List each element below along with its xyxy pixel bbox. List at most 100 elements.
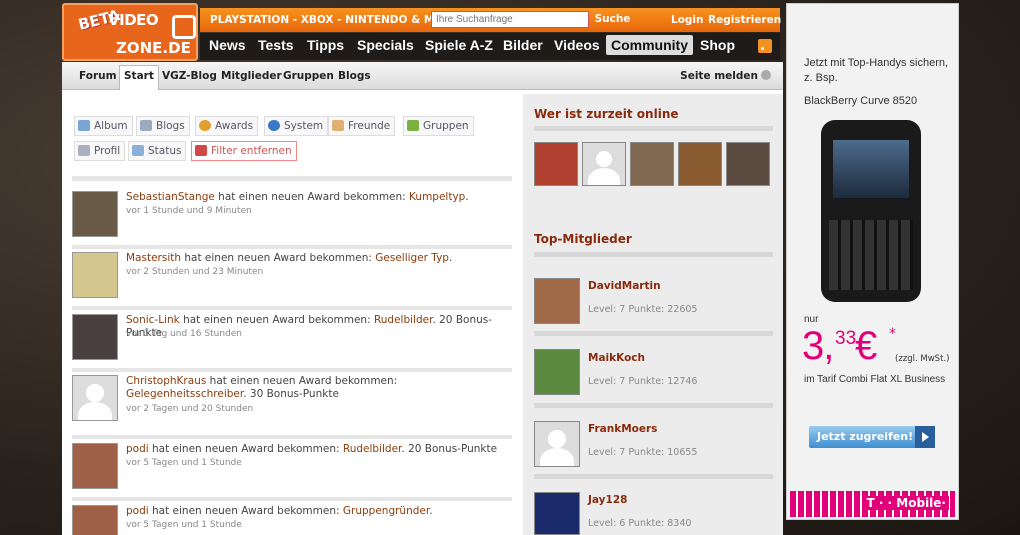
top-divider: [534, 474, 773, 479]
feed-extra: .: [429, 505, 433, 517]
award-icon: [199, 120, 211, 131]
award-link[interactable]: Gelegenheitsschreiber: [126, 388, 243, 400]
nav-tipps[interactable]: Tipps: [307, 37, 344, 53]
feed-time: vor 1 Tag und 16 Stunden: [126, 329, 242, 339]
subnav-mitglieder[interactable]: Mitglieder: [221, 70, 282, 82]
feed-divider: [72, 368, 512, 372]
top-member-avatar[interactable]: [534, 421, 580, 467]
nav-spiele-a-z[interactable]: Spiele A-Z: [425, 37, 493, 53]
report-page-link[interactable]: Seite melden: [680, 70, 771, 82]
award-link[interactable]: Rudelbilder: [374, 314, 433, 326]
user-link[interactable]: podi: [126, 505, 149, 517]
user-link[interactable]: podi: [126, 443, 149, 455]
feed-verb: hat einen neuen Award bekommen:: [148, 505, 343, 517]
filter-system[interactable]: System: [264, 116, 329, 136]
top-member-name[interactable]: FrankMoers: [588, 423, 657, 435]
search-input[interactable]: [431, 11, 589, 28]
feed-verb: hat einen neuen Award bekommen:: [179, 314, 374, 326]
feed-time: vor 5 Tagen und 1 Stunde: [126, 458, 242, 468]
ad-price-main: 3,: [802, 324, 834, 368]
search-button[interactable]: Suche: [593, 11, 632, 28]
online-avatar[interactable]: [582, 142, 626, 186]
rss-icon[interactable]: [758, 39, 772, 53]
filter-label: Blogs: [156, 120, 185, 132]
community-subnav: Forum Start VGZ-Blog Mitglieder Gruppen …: [62, 62, 783, 90]
ad-cta-button[interactable]: Jetzt zugreifen!: [809, 426, 935, 448]
filter-blogs[interactable]: Blogs: [136, 116, 190, 136]
nav-shop[interactable]: Shop: [700, 37, 735, 53]
profile-icon: [78, 145, 90, 156]
subnav-gruppen[interactable]: Gruppen: [283, 70, 334, 82]
top-divider: [534, 252, 773, 257]
content-area: Forum Start VGZ-Blog Mitglieder Gruppen …: [62, 62, 783, 535]
nav-specials[interactable]: Specials: [357, 37, 414, 53]
user-link[interactable]: SebastianStange: [126, 191, 215, 203]
feed-text: Mastersith hat einen neuen Award bekomme…: [126, 252, 506, 265]
online-avatar[interactable]: [630, 142, 674, 186]
user-link[interactable]: Mastersith: [126, 252, 181, 264]
user-link[interactable]: ChristophKraus: [126, 375, 206, 387]
blog-icon: [140, 120, 152, 131]
nav-bilder[interactable]: Bilder: [503, 37, 543, 53]
filter-label: Profil: [94, 145, 121, 157]
filter-gruppen[interactable]: Gruppen: [403, 116, 474, 136]
award-link[interactable]: Gruppengründer: [343, 505, 429, 517]
feed-text: podi hat einen neuen Award bekommen: Gru…: [126, 505, 506, 518]
filter-status[interactable]: Status: [128, 141, 187, 161]
top-member-avatar[interactable]: [534, 349, 580, 395]
filter-profil[interactable]: Profil: [74, 141, 126, 161]
nav-videos[interactable]: Videos: [554, 37, 600, 53]
top-bar: PLAYSTATION - XBOX - NINTENDO & MORE Suc…: [200, 8, 781, 32]
subnav-vgz-blog[interactable]: VGZ-Blog: [162, 70, 217, 82]
online-avatar[interactable]: [534, 142, 578, 186]
award-link[interactable]: Rudelbilder: [343, 443, 402, 455]
report-icon: [761, 70, 771, 80]
nav-news[interactable]: News: [209, 37, 246, 53]
feed-time: vor 5 Tagen und 1 Stunde: [126, 520, 242, 530]
feed-text: SebastianStange hat einen neuen Award be…: [126, 191, 506, 204]
filter-freunde[interactable]: Freunde: [328, 116, 396, 136]
online-avatar[interactable]: [726, 142, 770, 186]
filter-album[interactable]: Album: [74, 116, 133, 136]
filter-remove[interactable]: Filter entfernen: [191, 141, 297, 161]
subnav-blogs[interactable]: Blogs: [338, 70, 371, 82]
avatar[interactable]: [72, 252, 118, 298]
filter-label: Gruppen: [423, 120, 469, 132]
nav-tests[interactable]: Tests: [258, 37, 294, 53]
feed-item: Sonic-Link hat einen neuen Award bekomme…: [72, 314, 512, 364]
top-member-avatar[interactable]: [534, 492, 580, 535]
feed-verb: hat einen neuen Award bekommen:: [148, 443, 343, 455]
register-link[interactable]: Registrieren: [708, 14, 781, 26]
subnav-forum[interactable]: Forum: [79, 70, 117, 82]
top-member-name[interactable]: MaikKoch: [588, 352, 645, 364]
album-icon: [78, 120, 90, 131]
filter-awards[interactable]: Awards: [195, 116, 259, 136]
feed-time: vor 2 Tagen und 20 Stunden: [126, 404, 254, 414]
online-divider: [534, 126, 773, 131]
award-link[interactable]: Kumpeltyp: [409, 191, 465, 203]
subnav-start[interactable]: Start: [119, 65, 159, 90]
top-member-name[interactable]: DavidMartin: [588, 280, 661, 292]
nav-community[interactable]: Community: [606, 35, 693, 55]
remove-filter-icon: [195, 145, 207, 156]
ad-star: *: [889, 326, 896, 342]
site-logo[interactable]: BETA VIDEO ZONE.DE: [62, 3, 198, 61]
ad-cta-label: Jetzt zugreifen!: [817, 430, 914, 443]
top-member-name[interactable]: Jay128: [588, 494, 627, 506]
feed-extra: . 20 Bonus-Punkte: [401, 443, 498, 455]
login-link[interactable]: Login: [671, 14, 704, 26]
advertisement[interactable]: Jetzt mit Top-Handys sichern, z. Bsp. Bl…: [786, 3, 959, 520]
avatar[interactable]: [72, 191, 118, 237]
feed-verb: hat einen neuen Award bekommen:: [181, 252, 376, 264]
feed-extra: .: [448, 252, 453, 264]
avatar[interactable]: [72, 505, 118, 535]
top-member-avatar[interactable]: [534, 278, 580, 324]
avatar[interactable]: [72, 375, 118, 421]
award-link[interactable]: Geselliger Typ: [375, 252, 449, 264]
online-avatar[interactable]: [678, 142, 722, 186]
user-link[interactable]: Sonic-Link: [126, 314, 180, 326]
ad-brand: T · · Mobile·: [863, 496, 949, 510]
avatar[interactable]: [72, 443, 118, 489]
avatar[interactable]: [72, 314, 118, 360]
report-label: Seite melden: [680, 70, 758, 82]
